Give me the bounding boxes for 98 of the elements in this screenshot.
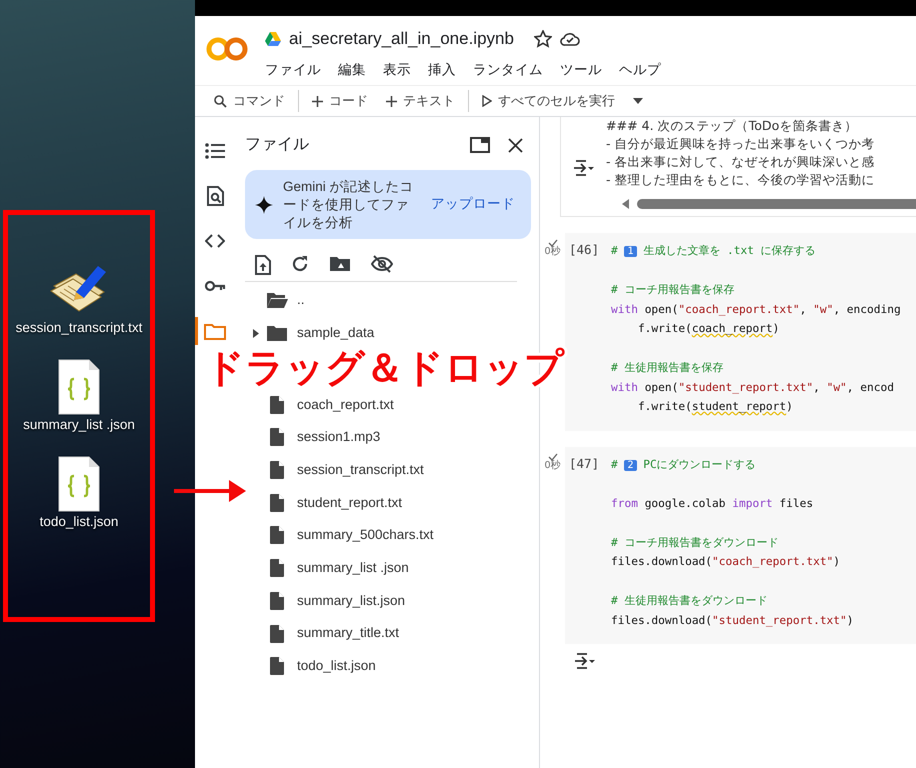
close-icon [508,138,523,152]
hide-button[interactable] [371,255,393,275]
drive-icon [265,32,281,46]
file-label[interactable]: session_transcript.txt [13,318,145,337]
file-name[interactable]: session_transcript.txt [297,460,424,480]
code-line: from google.colab import files [611,496,814,512]
check-icon [548,452,558,460]
file-name[interactable]: todo_list.json [297,656,376,676]
check-icon [548,239,558,247]
output-toggle-icon[interactable] [572,159,594,177]
colab-logo[interactable] [205,36,249,62]
key-icon [204,280,226,292]
code-line: # 1 生成した文章を .txt に保存する [611,243,817,259]
output-line: - 整理した理由をもとに、今後の学習や活動に [606,171,875,189]
code-cell[interactable]: [46] # 1 生成した文章を .txt に保存する # コーチ用報告書を保存 with open("coach_report.txt", "w", encoding f.write(coach_report) # 生徒用報告書を保存 with open("student_report.txt", "w", encod f.write(student_report) [565,233,916,430]
folder-icon [266,324,288,342]
menu-item[interactable]: 挿入 [428,62,456,76]
code-cell[interactable]: [47] # 2 PCにダウンロードする from google.colab import files # コーチ用報告書をダウンロード files.download("coach_report.txt") # 生徒用報告書をダウンロード files.download("student_report.txt") [565,446,916,644]
drag-arrow [174,478,246,504]
cloud-saved-icon[interactable] [560,30,580,47]
file-name[interactable]: coach_report.txt [297,394,394,415]
code-line: # 生徒用報告書をダウンロード [611,593,768,609]
search-icon [214,94,227,108]
code-icon [205,234,225,248]
file-icon [270,624,284,643]
add-cell-button[interactable]: テキスト [377,91,464,111]
code-line: # コーチ用報告書を保存 [611,282,736,298]
code-line: # 生徒用報告書を保存 [611,360,724,376]
window-icon [470,137,490,153]
panel-title: ファイル [245,135,310,155]
output-line: - 各出来事に対して、なぜそれが興味深いと感 [606,153,875,171]
menu-item[interactable]: 編集 [338,62,366,76]
file-name[interactable]: summary_title.txt [297,623,400,644]
plus-icon [386,96,397,106]
file-label[interactable]: todo_list.json [13,512,145,531]
file-name[interactable]: .. [297,290,305,310]
code-line: f.write(student_report) [636,399,794,415]
file-icon [270,461,284,480]
file-name[interactable]: sample_data [297,322,374,344]
refresh-icon [291,255,309,273]
execution-count: [47] [569,454,600,472]
menu-item[interactable]: ファイル [265,62,321,76]
menu-item[interactable]: 表示 [383,62,411,76]
json-file-icon[interactable] [57,456,101,512]
horizontal-scrollbar[interactable] [621,198,916,210]
file-name[interactable]: session1.mp3 [297,427,380,448]
table-of-contents-icon [205,142,225,160]
file-icon [270,592,284,610]
code-line: f.write(coach_report) [636,321,780,337]
menu-item[interactable]: ヘルプ [619,62,661,76]
code-line: files.download("student_report.txt") [611,612,854,629]
open-folder-icon [266,292,288,309]
file-label[interactable]: summary_list .json [13,415,145,434]
json-file-icon[interactable] [57,359,101,415]
file-icon [270,559,284,578]
find-icon [206,186,224,206]
close-button[interactable] [508,138,523,152]
code-line: files.download("coach_report.txt") [611,554,842,570]
file-icon [270,657,284,676]
execution-count: [46] [569,241,600,259]
gemini-text: Gemini が記述したコードを使用してファイルを分析 [283,178,415,232]
notebook-title[interactable]: ai_secretary_all_in_one.ipynb [289,26,514,52]
code-line: with open("student_report.txt", "w", encod [611,380,895,396]
run-all-button[interactable]: すべてのセルを実行 [473,91,652,111]
upload-icon [255,255,271,275]
annotation-text: ドラッグ＆ドロップ [205,349,564,388]
caret-icon [633,98,643,104]
upload-button[interactable] [255,255,271,275]
play-icon [482,95,492,107]
code-line: with open("coach_report.txt", "w", encoding [611,302,901,318]
folder-icon [204,322,226,340]
code-line: # コーチ用報告書をダウンロード [611,534,780,550]
output-line: - 自分が最近興味を持った出来事をいくつか考 [606,135,875,153]
run-time: 0秒 [544,247,560,257]
file-icon [270,494,284,512]
menu-item[interactable]: ランタイム [473,62,543,76]
code-line: # 2 PCにダウンロードする [611,456,757,472]
command-search-button[interactable]: コマンド [205,91,294,111]
add-cell-button[interactable]: コード [303,91,377,111]
file-icon [270,396,284,414]
sparkle-icon [255,196,273,214]
star-icon[interactable] [534,30,552,48]
pop-out-button[interactable] [470,137,490,153]
output-toggle-icon[interactable] [574,652,596,670]
plus-icon [312,96,323,106]
file-name[interactable]: summary_500chars.txt [297,525,434,546]
file-icon [270,428,284,446]
drive-folder-icon [329,255,351,272]
expand-arrow-icon[interactable] [253,328,259,338]
file-name[interactable]: student_report.txt [297,492,402,513]
file-name[interactable]: summary_list.json [297,590,406,611]
menu-item[interactable]: ツール [560,62,602,76]
upload-link[interactable]: アップロード [431,194,515,215]
hide-icon [371,255,393,273]
file-icon [270,526,284,544]
run-time: 0秒 [544,460,560,470]
output-line: ### 4. 次のステップ（ToDoを箇条書き） [606,117,858,135]
file-name[interactable]: summary_list .json [297,558,409,578]
